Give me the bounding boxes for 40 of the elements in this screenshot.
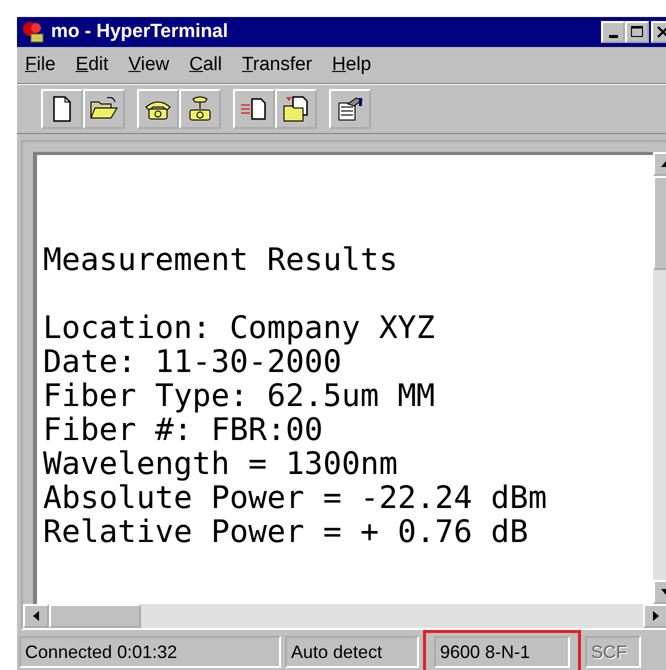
terminal-line: Location: Company XYZ — [43, 311, 436, 345]
hangup-button[interactable] — [179, 89, 221, 129]
status-panel: Auto detect — [285, 636, 419, 668]
status-panel: SCF — [585, 636, 641, 668]
menu-item[interactable]: Transfer — [242, 54, 312, 76]
horizontal-scrollbar[interactable] — [23, 604, 666, 628]
minimize-button[interactable] — [601, 21, 625, 43]
scrollbar-thumb[interactable] — [49, 604, 141, 628]
minimize-icon — [608, 34, 618, 38]
scroll-left-button[interactable] — [23, 604, 49, 628]
properties-button[interactable] — [329, 89, 371, 129]
status-panel: Connected 0:01:32 — [19, 636, 281, 668]
maximize-button[interactable] — [625, 21, 649, 43]
send-button[interactable] — [233, 89, 275, 129]
receive-file-icon — [281, 95, 311, 123]
new-button[interactable] — [41, 89, 83, 129]
close-icon — [656, 25, 666, 39]
menu-item[interactable]: Help — [332, 54, 372, 76]
send-file-icon — [239, 96, 269, 122]
properties-icon — [336, 96, 364, 122]
scroll-right-button[interactable] — [643, 604, 666, 628]
menu-item[interactable]: File — [25, 54, 56, 76]
terminal-line: Fiber Type: 62.5um MM — [43, 379, 436, 413]
status-panel: 9600 8-N-1 — [434, 636, 570, 668]
call-button[interactable] — [137, 89, 179, 129]
terminal-heading: Measurement Results — [43, 243, 399, 277]
terminal-line: Absolute Power = -22.24 dBm — [43, 481, 548, 515]
maximize-icon — [630, 25, 644, 39]
right-arrow-icon — [653, 611, 659, 621]
terminal-line: Relative Power = + 0.76 dB — [43, 515, 530, 549]
receive-button[interactable] — [275, 89, 317, 129]
terminal-line: Date: 11-30-2000 — [43, 345, 342, 379]
menu-item[interactable]: Call — [189, 54, 222, 76]
left-arrow-icon — [33, 611, 39, 621]
terminal-line: Fiber #: FBR:00 — [43, 413, 324, 447]
open-button[interactable] — [83, 89, 125, 129]
terminal-line: Wavelength = 1300nm — [43, 447, 399, 481]
window-title: mo - HyperTerminal — [51, 21, 230, 43]
menu-item[interactable]: Edit — [76, 54, 108, 76]
menu-item[interactable]: View — [128, 54, 170, 76]
